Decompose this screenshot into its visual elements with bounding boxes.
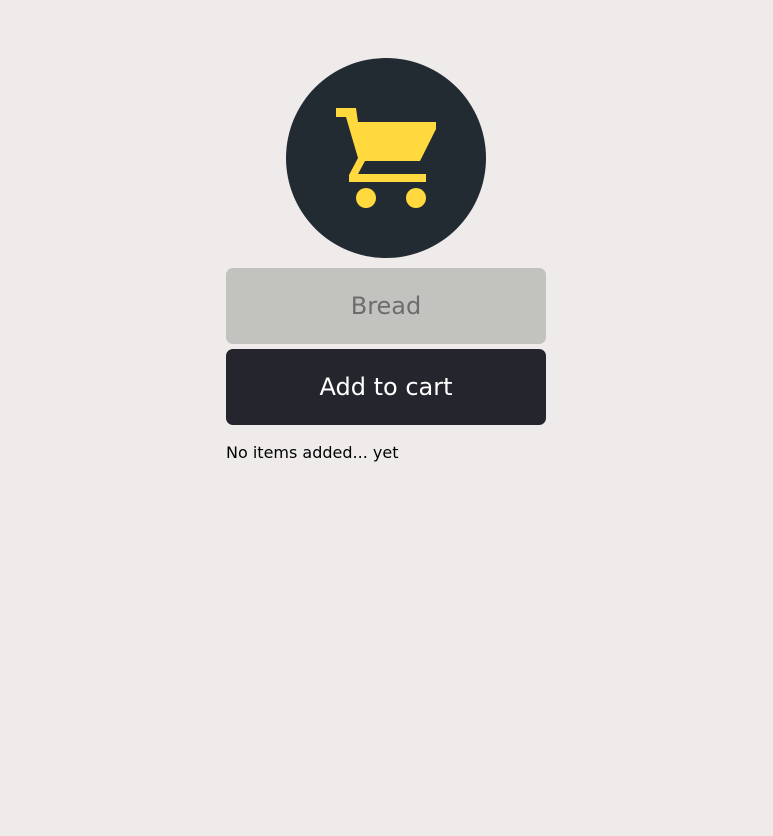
shopping-cart-icon [336,108,436,208]
item-input[interactable] [226,268,546,344]
empty-cart-message: No items added... yet [226,443,399,462]
app-container: Add to cart No items added... yet [226,58,546,464]
cart-list: No items added... yet [226,442,546,464]
app-logo [286,58,486,258]
add-to-cart-button[interactable]: Add to cart [226,349,546,425]
